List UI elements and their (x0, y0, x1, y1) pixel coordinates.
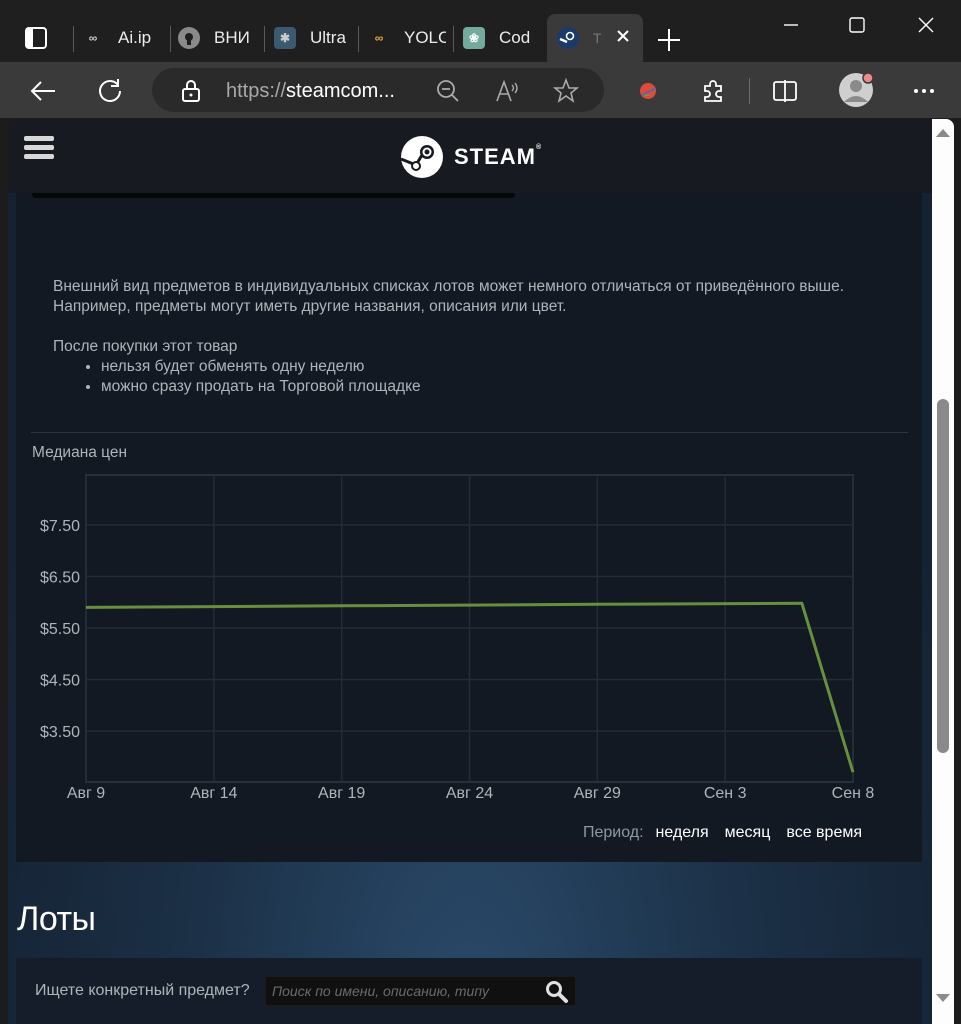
y-tick-label: $5.50 (40, 621, 80, 638)
tab-github[interactable]: ВНИ (178, 20, 258, 56)
x-axis-ticks: Авг 9 Авг 14 Авг 19 Авг 24 Авг 29 Сен 3 Сен 8 (67, 785, 875, 802)
tab-title: Ai.ip (118, 28, 152, 47)
tab-separator (170, 26, 171, 52)
window-close-icon[interactable] (906, 10, 946, 40)
item-info-panel: Внешний вид предметов в индивидуальных с… (16, 193, 922, 862)
page-viewport: STEAM® Внешний вид предметов в индивидуа… (8, 119, 932, 1024)
address-bar[interactable]: https://steamcom... (152, 68, 604, 112)
steam-logo-text: STEAM® (454, 144, 543, 169)
split-screen-icon[interactable] (770, 76, 800, 106)
section-divider (31, 432, 908, 433)
restriction-item: нельзя будет обменять одну неделю (101, 357, 883, 377)
tab-separator (358, 26, 359, 52)
tab-separator (453, 26, 454, 52)
window-edge (954, 119, 961, 1024)
address-url[interactable]: https://steamcom... (226, 80, 395, 103)
x-tick-label: Авг 14 (190, 785, 237, 802)
y-tick-label: $4.50 (40, 672, 80, 689)
lots-heading: Лоты (17, 900, 96, 938)
period-selector: Период: неделя месяц все время (583, 824, 862, 842)
tab-separator (73, 26, 74, 52)
search-magnifier-icon (546, 981, 568, 1003)
period-week-link[interactable]: неделя (656, 824, 709, 842)
minimize-icon[interactable] (771, 10, 811, 40)
period-label: Период: (582, 824, 644, 841)
colab-icon: ∞ (88, 31, 98, 45)
browser-toolbar: https://steamcom... (0, 62, 961, 118)
page-scrollbar[interactable] (932, 119, 954, 1024)
scroll-down-arrow-icon[interactable] (936, 994, 950, 1002)
x-tick-label: Авг 19 (318, 785, 365, 802)
lock-icon[interactable] (180, 79, 202, 108)
appearance-disclaimer: Внешний вид предметов в индивидуальных с… (53, 278, 845, 315)
chart-grid (85, 474, 854, 783)
scroll-up-arrow-icon[interactable] (936, 129, 950, 137)
tab-title: T (593, 30, 602, 46)
hamburger-menu-icon[interactable] (24, 136, 54, 162)
tab-chatgpt[interactable]: ❀ Cod (463, 20, 541, 56)
item-image-bottom-edge (32, 193, 515, 198)
restriction-item: можно сразу продать на Торговой площадке (101, 377, 883, 397)
tab-separator (264, 26, 265, 52)
favorite-star-icon[interactable] (552, 77, 580, 109)
x-tick-label: Авг 29 (574, 785, 621, 802)
after-purchase-label: После покупки этот товар (53, 338, 238, 355)
extensions-puzzle-icon[interactable] (698, 76, 728, 106)
price-history-chart[interactable]: $7.50$6.50$5.50$4.50$3.50 Авг 9 Авг 14 Авг… (16, 453, 922, 813)
maximize-icon[interactable] (837, 10, 877, 40)
tab-ai-ipynb[interactable]: ∞ Ai.ip (82, 20, 164, 56)
zoom-out-icon[interactable] (436, 79, 460, 108)
item-description: Внешний вид предметов в индивидуальных с… (53, 277, 883, 397)
steam-icon (557, 27, 579, 49)
x-tick-label: Авг 24 (446, 785, 493, 802)
tab-close-icon[interactable] (615, 28, 631, 49)
lots-search-panel: Ищете конкретный предмет? (16, 958, 922, 1024)
colab-icon: ∞ (374, 31, 384, 45)
period-month-link[interactable]: месяц (725, 824, 771, 842)
profile-avatar[interactable] (838, 72, 874, 108)
browser-titlebar: ∞ Ai.ip ВНИ ✱ Ultra ∞ YOLC ❀ Cod T (0, 0, 961, 62)
steam-logo-icon (400, 136, 443, 178)
tab-yolo[interactable]: ∞ YOLC (368, 20, 446, 56)
ultralytics-icon: ✱ (274, 27, 296, 49)
tab-ultra[interactable]: ✱ Ultra (274, 20, 350, 56)
search-button[interactable] (545, 980, 569, 1004)
more-menu-icon[interactable] (909, 76, 939, 106)
read-aloud-icon[interactable] (495, 79, 521, 108)
x-tick-label: Сен 3 (704, 785, 747, 802)
x-tick-label: Авг 9 (67, 785, 105, 802)
back-arrow-icon[interactable] (28, 76, 58, 106)
tab-title: Ultra (310, 28, 346, 47)
steam-header: STEAM® (8, 119, 932, 193)
extension-colorful-icon[interactable] (633, 76, 663, 106)
purchase-restrictions-list: нельзя будет обменять одну неделю можно … (101, 357, 883, 397)
y-tick-label: $6.50 (40, 569, 80, 586)
tab-title: Cod (499, 28, 531, 47)
search-input[interactable] (272, 983, 532, 999)
tab-actions-icon[interactable] (24, 26, 50, 50)
chatgpt-icon: ❀ (463, 27, 485, 49)
search-label: Ищете конкретный предмет? (35, 982, 250, 999)
steam-logo[interactable]: STEAM® (400, 135, 542, 179)
new-tab-plus-icon[interactable] (656, 27, 682, 58)
y-tick-label: $7.50 (40, 518, 80, 535)
refresh-icon[interactable] (95, 76, 125, 106)
x-tick-label: Сен 8 (832, 785, 875, 802)
y-tick-label: $3.50 (40, 724, 80, 741)
github-icon (178, 27, 200, 49)
tab-title: YOLC (404, 28, 446, 47)
y-axis-ticks: $7.50 $6.50 $5.50 $4.50 $3.50 (40, 518, 80, 741)
toolbar-separator (749, 78, 750, 104)
tab-title: ВНИ (214, 28, 250, 47)
tab-steam-active[interactable]: T (547, 14, 643, 62)
scroll-thumb[interactable] (937, 399, 949, 753)
period-all-time-link[interactable]: все время (786, 824, 862, 842)
search-box (265, 976, 576, 1006)
